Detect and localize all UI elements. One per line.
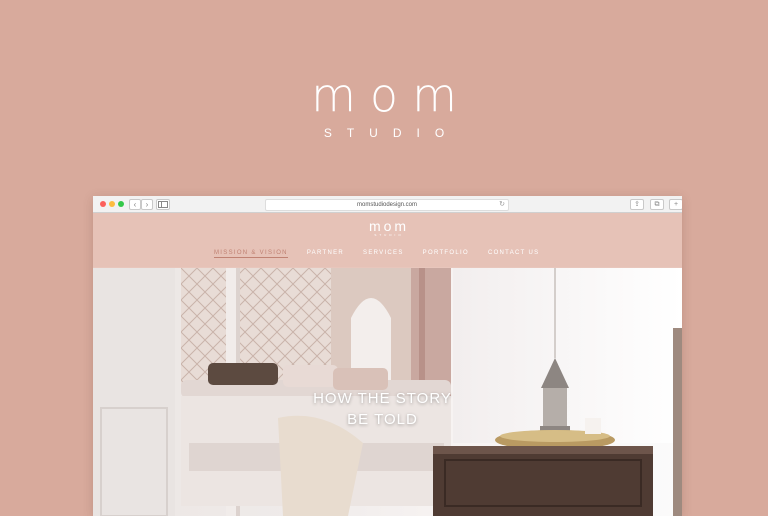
close-window-icon[interactable] [100,201,106,207]
site-header: mom STUDIO MISSION & VISION PARTNER SERV… [93,213,682,267]
hero-line-2: BE TOLD [347,411,418,428]
brand-logo: mom STUDIO [0,72,768,140]
brand-name: mom [311,68,471,122]
forward-button[interactable]: › [141,199,153,210]
url-text: momstudiodesign.com [356,202,418,208]
nav-contact-us[interactable]: CONTACT US [488,250,539,258]
maximize-window-icon[interactable] [118,201,124,207]
reload-icon[interactable]: ↻ [499,200,505,210]
browser-toolbar: ‹ › momstudiodesign.com ↻ ⇪ ⧉ + [93,196,682,213]
share-icon[interactable]: ⇪ [630,199,644,210]
back-button[interactable]: ‹ [129,199,141,210]
new-tab-icon[interactable]: + [669,199,682,210]
tabs-icon[interactable]: ⧉ [650,199,664,210]
nav-portfolio[interactable]: PORTFOLIO [423,250,469,258]
minimize-window-icon[interactable] [109,201,115,207]
address-bar[interactable]: momstudiodesign.com ↻ [265,199,509,211]
hero-image: HOW THE STORY BE TOLD [93,268,682,516]
hero-headline: HOW THE STORY BE TOLD [305,388,460,430]
site-nav: MISSION & VISION PARTNER SERVICES PORTFO… [214,250,539,258]
site-logo-subtitle: STUDIO [374,233,404,237]
hero-line-1: HOW THE STORY [313,390,452,407]
site-logo[interactable]: mom STUDIO [93,219,682,238]
browser-window: ‹ › momstudiodesign.com ↻ ⇪ ⧉ + mom STUD… [93,196,682,516]
nav-partner[interactable]: PARTNER [307,250,344,258]
nav-services[interactable]: SERVICES [363,250,404,258]
nav-mission-vision[interactable]: MISSION & VISION [214,250,288,258]
brand-subtitle: STUDIO [323,126,460,140]
site-logo-name: mom [368,218,410,234]
sidebar-toggle-icon[interactable] [156,199,170,210]
